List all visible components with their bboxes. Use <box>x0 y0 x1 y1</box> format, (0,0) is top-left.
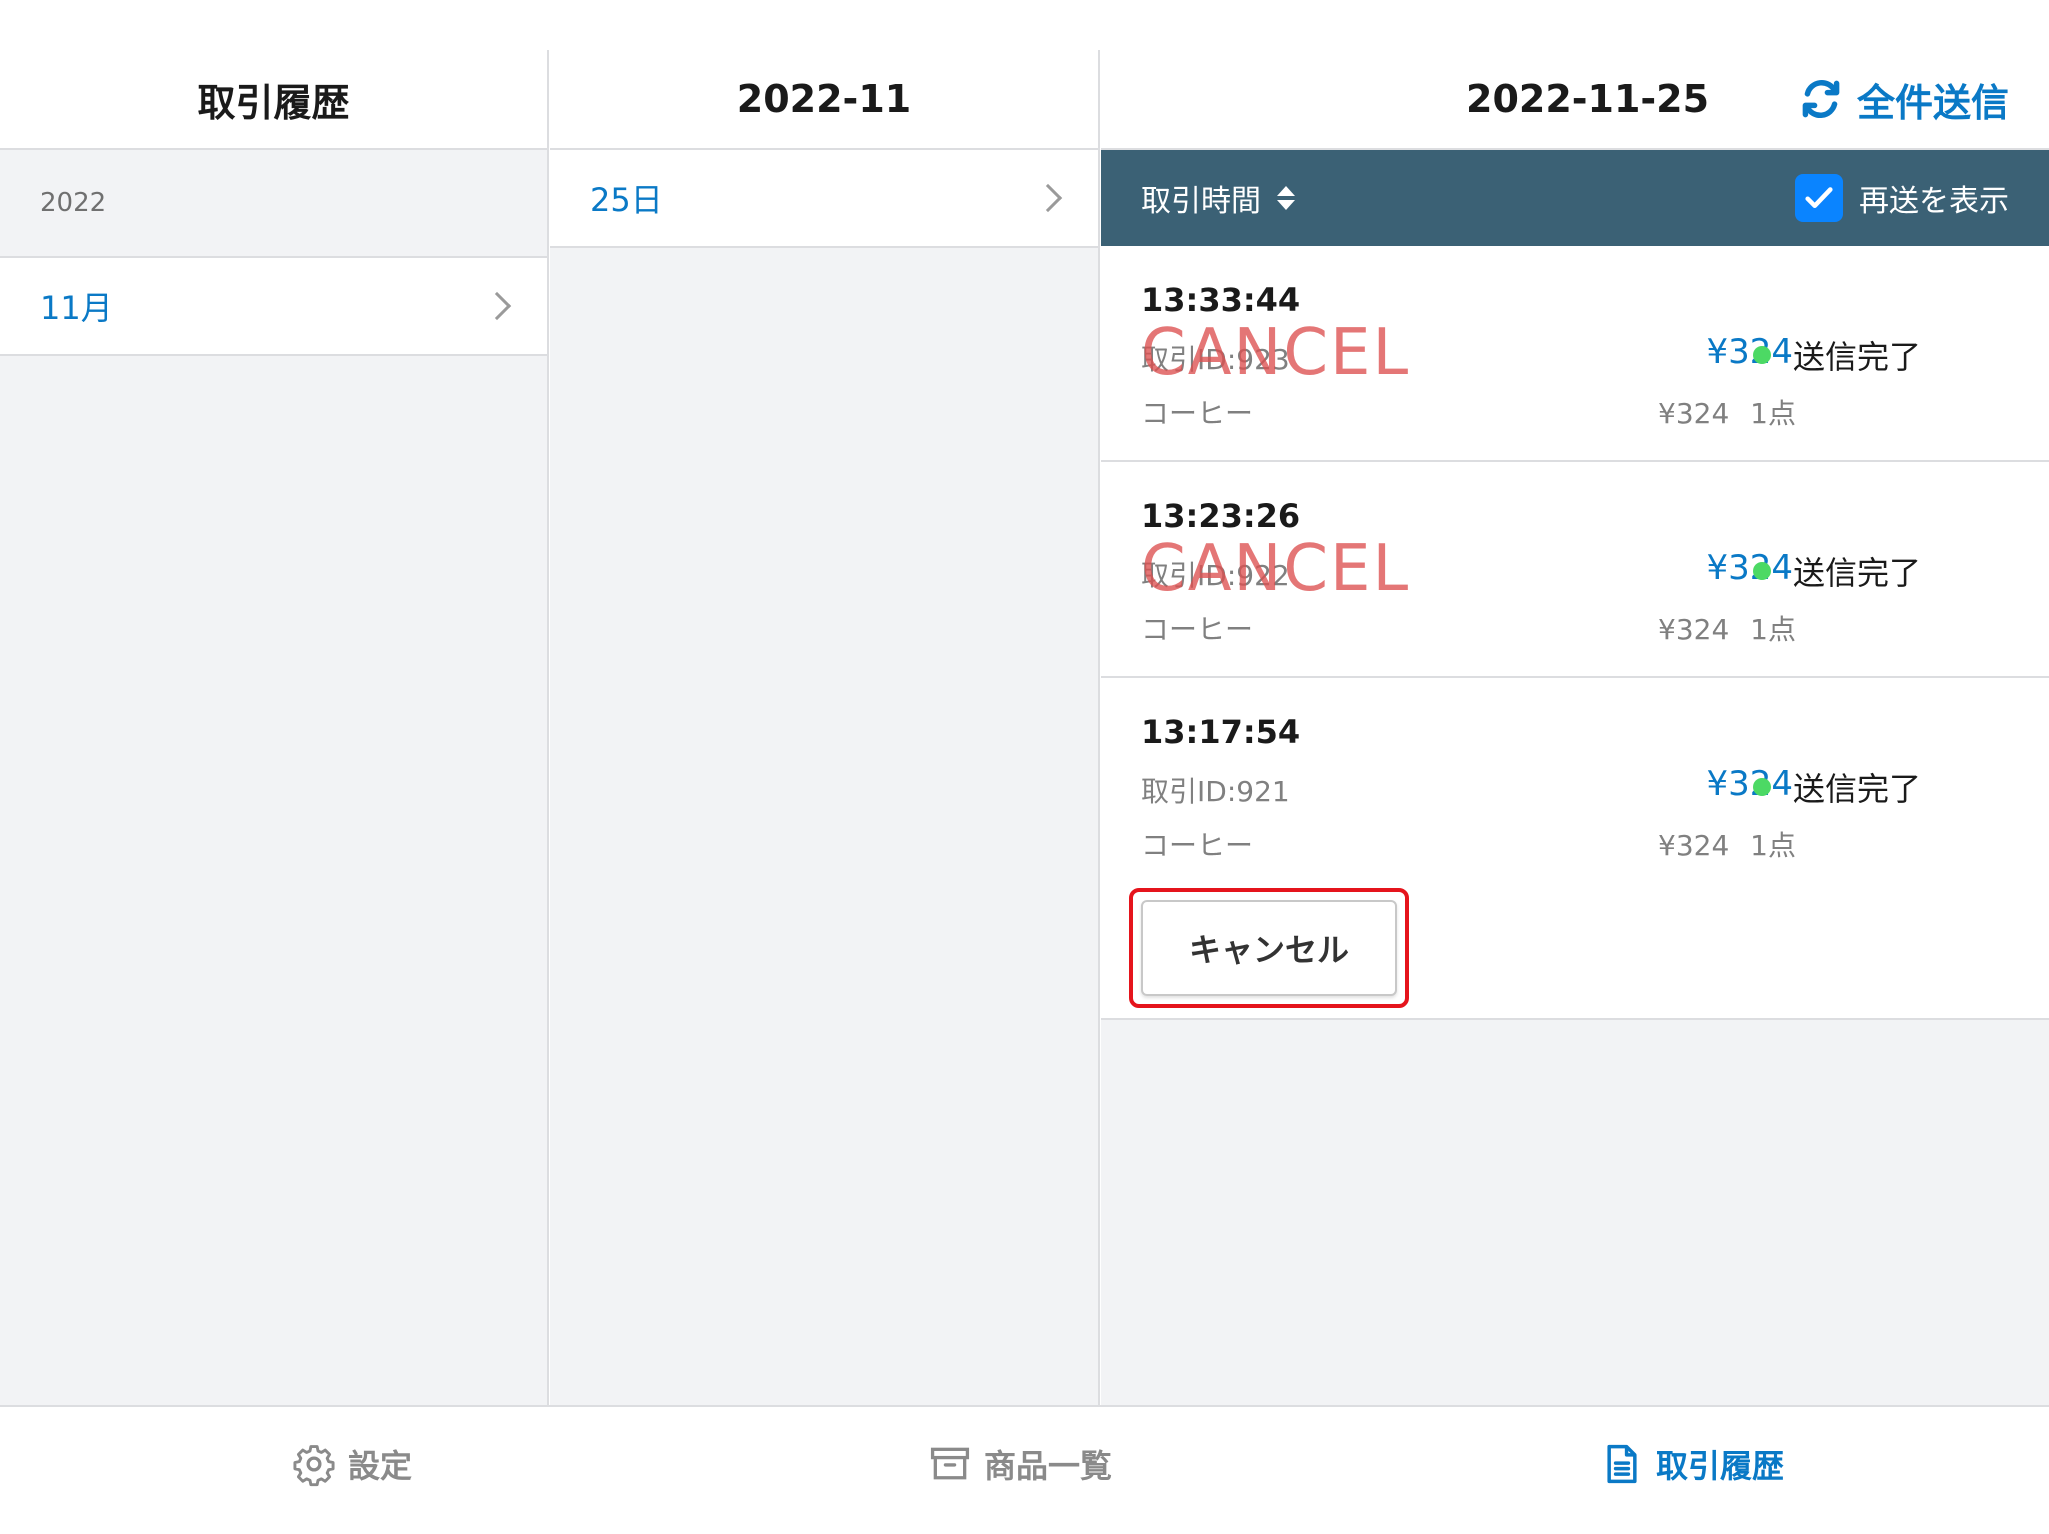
transactions-column: 2022-11-25 全件送信 取引時間 再送を表示 13:33:44 取引ID… <box>1101 50 2049 1405</box>
transaction-row[interactable]: 13:33:44 取引ID:923 コーヒー ¥324 ¥324 1点 送信完了… <box>1101 246 2049 462</box>
sort-icon <box>1277 186 1295 210</box>
status-label: 送信完了 <box>1793 770 1922 808</box>
checkbox-checked-icon[interactable] <box>1795 174 1843 222</box>
year-section-header: 2022 <box>0 150 547 258</box>
item-name: コーヒー <box>1141 829 1254 862</box>
item-price-qty: ¥324 1点 <box>1658 397 1796 430</box>
transaction-time: 13:23:26 <box>1141 497 1301 535</box>
column-title: 2022-11 <box>550 50 1098 150</box>
transaction-row[interactable]: 13:17:54 取引ID:921 コーヒー ¥324 ¥324 1点 送信完了… <box>1101 678 2049 1020</box>
item-price-qty: ¥324 1点 <box>1658 613 1796 646</box>
chevron-right-icon <box>482 291 512 321</box>
day-row-25[interactable]: 25日 <box>550 150 1098 248</box>
day-column: 2022-11 25日 <box>550 50 1100 1405</box>
transaction-row[interactable]: 13:23:26 取引ID:922 コーヒー ¥324 ¥324 1点 送信完了… <box>1101 462 2049 678</box>
send-status: 送信完了 <box>1753 764 1921 810</box>
tab-products[interactable]: 商品一覧 <box>928 1441 1112 1487</box>
transaction-id: 取引ID:922 <box>1141 559 1290 592</box>
tab-history-label: 取引履歴 <box>1656 1447 1785 1485</box>
transaction-id: 取引ID:921 <box>1141 775 1290 808</box>
archive-box-icon <box>930 1447 970 1480</box>
resend-label: 再送を表示 <box>1859 184 2009 219</box>
item-price-qty: ¥324 1点 <box>1658 829 1796 862</box>
status-strip <box>0 0 2049 50</box>
send-status: 送信完了 <box>1753 332 1921 378</box>
transactions-header: 2022-11-25 全件送信 <box>1101 50 2049 150</box>
year-month-column: 取引履歴 2022 11月 <box>0 50 549 1405</box>
gear-icon <box>293 1445 335 1487</box>
status-label: 送信完了 <box>1793 554 1922 592</box>
month-label: 11月 <box>40 289 113 327</box>
transaction-time: 13:33:44 <box>1141 281 1301 319</box>
item-name: コーヒー <box>1141 397 1254 430</box>
status-dot-icon <box>1753 346 1771 364</box>
chevron-right-icon <box>1033 183 1063 213</box>
sort-bar: 取引時間 再送を表示 <box>1101 150 2049 246</box>
tab-settings[interactable]: 設定 <box>292 1441 412 1487</box>
tab-settings-label: 設定 <box>348 1447 413 1485</box>
cancel-button-highlight: キャンセル <box>1129 888 1409 1008</box>
month-row-11[interactable]: 11月 <box>0 258 547 356</box>
date-title: 2022-11-25 <box>1466 77 1710 121</box>
status-dot-icon <box>1753 562 1771 580</box>
column-title: 取引履歴 <box>0 50 547 150</box>
send-all-button[interactable]: 全件送信 <box>1799 72 2009 127</box>
bottom-tab-bar: 設定 商品一覧 取引履歴 <box>0 1405 2049 1534</box>
send-status: 送信完了 <box>1753 548 1921 594</box>
cancel-button[interactable]: キャンセル <box>1141 900 1397 996</box>
sort-label: 取引時間 <box>1141 184 1261 219</box>
status-label: 送信完了 <box>1793 338 1922 376</box>
send-all-label: 全件送信 <box>1856 80 2009 125</box>
transaction-time: 13:17:54 <box>1141 713 1301 751</box>
tab-history[interactable]: 取引履歴 <box>1600 1441 1784 1487</box>
sort-by-time-button[interactable]: 取引時間 <box>1141 176 1295 220</box>
refresh-icon <box>1802 80 1840 118</box>
show-resend-toggle[interactable]: 再送を表示 <box>1795 174 2009 222</box>
item-name: コーヒー <box>1141 613 1254 646</box>
transaction-id: 取引ID:923 <box>1141 343 1290 376</box>
tab-products-label: 商品一覧 <box>984 1447 1113 1485</box>
document-icon <box>1607 1444 1637 1484</box>
app: 取引履歴 2022 11月 2022-11 25日 2022-11-25 全件送… <box>0 0 2049 1534</box>
day-label: 25日 <box>590 181 663 219</box>
status-dot-icon <box>1753 778 1771 796</box>
